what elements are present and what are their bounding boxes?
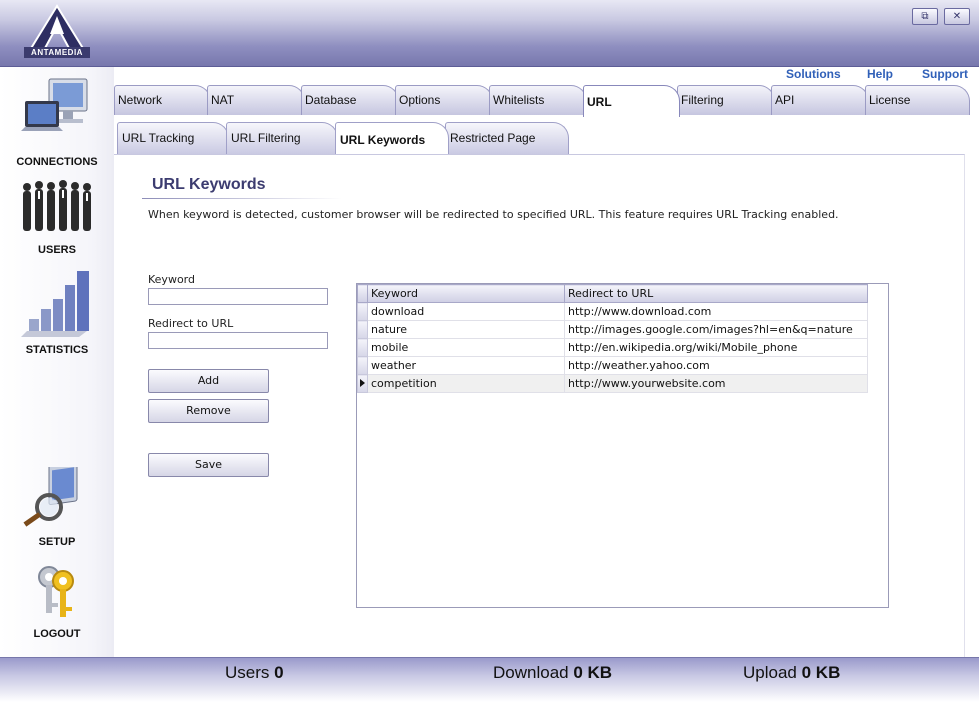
keyword-cell[interactable]: competition [367,374,565,393]
keys-icon [38,566,74,617]
users-value: 0 [274,663,284,682]
sidebar-item-label: USERS [38,244,76,256]
table-row[interactable]: weather http://weather.yahoo.com [357,356,868,375]
keyword-input[interactable] [148,288,328,305]
sidebar-item-connections[interactable]: CONNECTIONS [0,75,114,168]
tab-options[interactable]: Options [395,85,493,115]
support-link[interactable]: Support [922,67,968,81]
tab-api[interactable]: API [771,85,869,115]
table-row[interactable]: mobile http://en.wikipedia.org/wiki/Mobi… [357,338,868,357]
keywords-grid[interactable]: Keyword Redirect to URL download http://… [356,283,889,608]
sidebar-item-statistics[interactable]: STATISTICS [0,269,114,356]
restore-button[interactable]: ⧉ [912,8,938,25]
upload-value: 0 KB [801,663,841,682]
sidebar-item-label: CONNECTIONS [16,156,98,168]
save-button[interactable]: Save [148,453,269,477]
people-icon [23,180,91,231]
status-footer: Users 0 Download 0 KB Upload 0 KB [0,657,979,702]
keyword-cell[interactable]: mobile [367,338,565,357]
solutions-link[interactable]: Solutions [786,67,841,81]
sidebar-item-logout[interactable]: LOGOUT [0,563,114,640]
redirect-cell[interactable]: http://images.google.com/images?hl=en&q=… [564,320,868,339]
monitor-laptop-icon [21,78,88,131]
keyword-cell[interactable]: download [367,302,565,321]
current-row-arrow-icon [360,379,365,387]
redirect-url-input[interactable] [148,332,328,349]
row-indicator[interactable] [357,338,368,357]
grid-header-row: Keyword Redirect to URL [357,284,868,303]
row-indicator[interactable] [357,320,368,339]
table-row-current[interactable]: competition http://www.yourwebsite.com [357,374,868,393]
users-stat: Users 0 [225,663,284,683]
column-header-redirect[interactable]: Redirect to URL [564,284,868,303]
tab-filtering[interactable]: Filtering [677,85,775,115]
close-button[interactable]: ✕ [944,8,970,25]
section-title: URL Keywords [152,176,266,193]
sidebar: CONNECTIONS USERS STATISTICS SETUP LOGOU… [0,67,114,657]
title-divider [142,198,342,199]
magnifier-monitor-icon [23,460,78,527]
tab-database[interactable]: Database [301,85,399,115]
redirect-cell[interactable]: http://weather.yahoo.com [564,356,868,375]
tab-whitelists[interactable]: Whitelists [489,85,587,115]
row-indicator[interactable] [357,302,368,321]
tab-license[interactable]: License [865,85,970,115]
tab-network[interactable]: Network [114,85,211,115]
remove-button[interactable]: Remove [148,399,269,423]
keyword-label: Keyword [148,273,195,286]
grid-corner [357,284,368,303]
sidebar-item-setup[interactable]: SETUP [0,460,114,548]
close-icon: ✕ [952,11,962,22]
content-area: URL Keywords When keyword is detected, c… [114,154,965,658]
table-row[interactable]: download http://www.download.com [357,302,868,321]
column-header-keyword[interactable]: Keyword [367,284,565,303]
redirect-cell[interactable]: http://www.yourwebsite.com [564,374,868,393]
bar-chart-icon [21,271,89,337]
sidebar-item-users[interactable]: USERS [0,177,114,256]
add-button[interactable]: Add [148,369,269,393]
sidebar-item-label: LOGOUT [33,628,81,640]
redirect-cell[interactable]: http://en.wikipedia.org/wiki/Mobile_phon… [564,338,868,357]
table-row[interactable]: nature http://images.google.com/images?h… [357,320,868,339]
download-value: 0 KB [573,663,613,682]
subtab-url-filtering[interactable]: URL Filtering [226,122,338,154]
keyword-cell[interactable]: weather [367,356,565,375]
download-label: Download [493,663,569,682]
row-indicator[interactable] [357,356,368,375]
row-indicator[interactable] [357,374,368,393]
subtab-url-keywords[interactable]: URL Keywords [335,122,449,154]
redirect-label: Redirect to URL [148,317,234,330]
restore-icon: ⧉ [921,11,929,22]
upload-label: Upload [743,663,797,682]
tab-nat[interactable]: NAT [207,85,305,115]
tab-url[interactable]: URL [583,85,680,117]
subtab-url-tracking[interactable]: URL Tracking [117,122,229,154]
app-header: ANTAMEDIA ⧉ ✕ [0,0,979,67]
main-panel: Solutions Help Support Network NAT Datab… [114,67,979,658]
section-description: When keyword is detected, customer brows… [148,208,839,221]
sidebar-item-label: SETUP [38,536,76,548]
users-label: Users [225,663,270,682]
download-stat: Download 0 KB [493,663,612,683]
help-link[interactable]: Help [867,67,893,81]
keyword-cell[interactable]: nature [367,320,565,339]
logo-text: ANTAMEDIA [24,47,90,58]
sidebar-item-label: STATISTICS [25,344,89,356]
upload-stat: Upload 0 KB [743,663,840,683]
subtab-restricted-page[interactable]: Restricted Page [445,122,569,154]
redirect-cell[interactable]: http://www.download.com [564,302,868,321]
